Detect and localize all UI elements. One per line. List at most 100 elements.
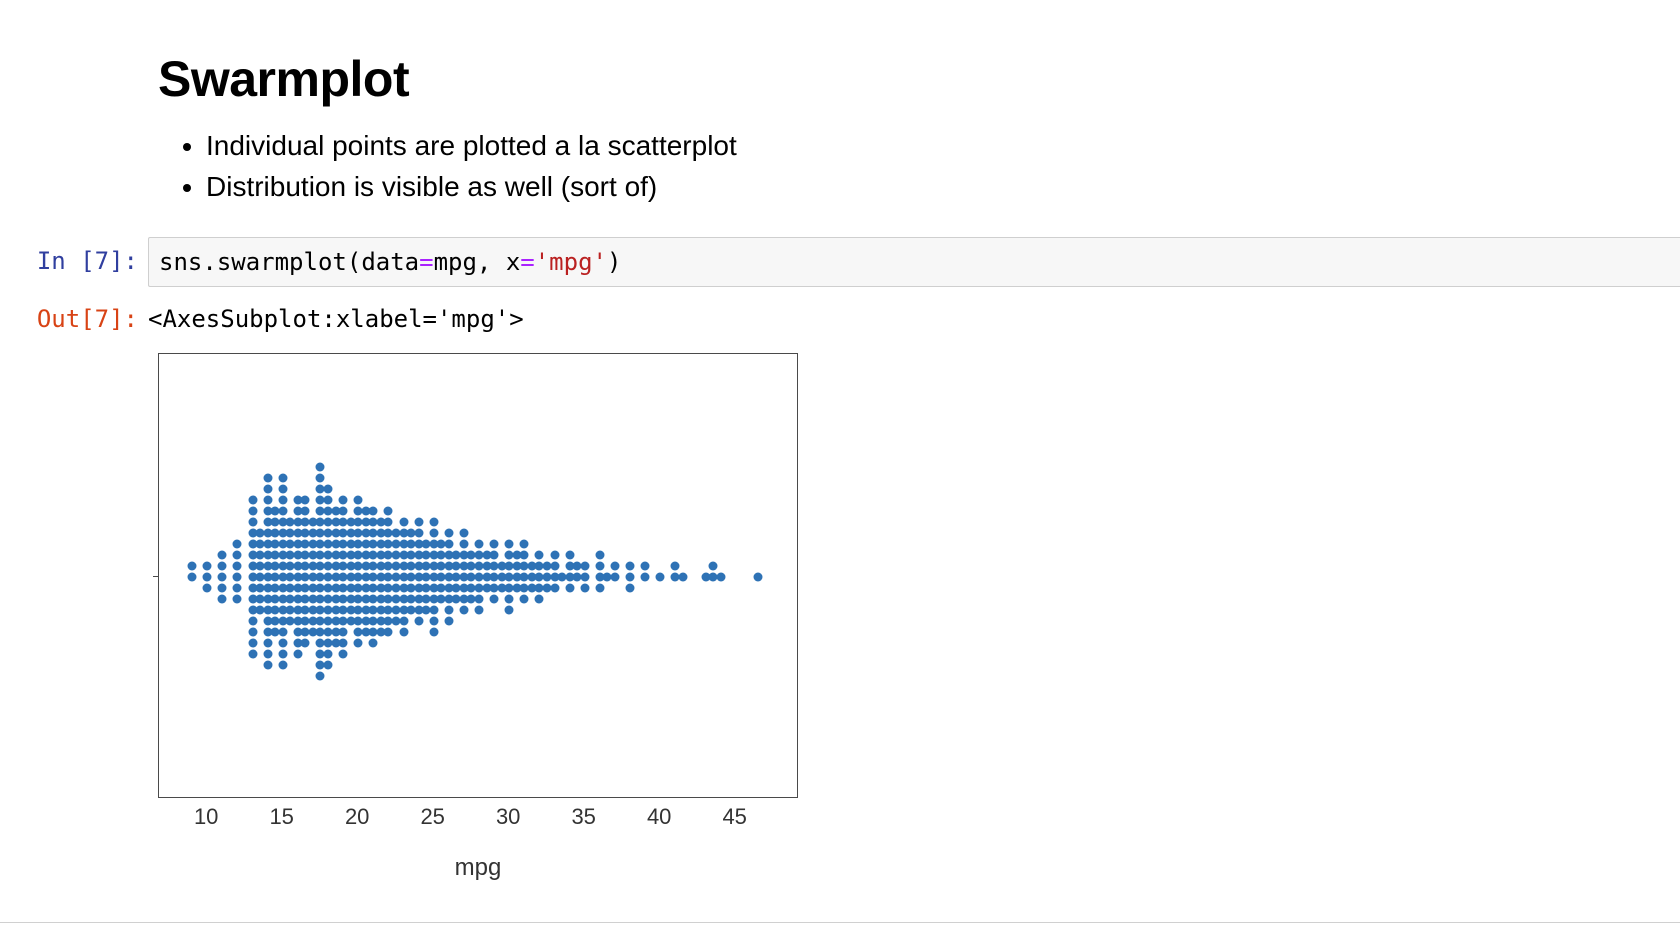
swarm-point (580, 583, 589, 592)
swarm-point (301, 495, 310, 504)
swarm-point (233, 594, 242, 603)
swarm-point (399, 627, 408, 636)
swarm-point (248, 616, 257, 625)
swarm-point (641, 572, 650, 581)
swarm-point (535, 594, 544, 603)
code-token: swarmplot (217, 248, 347, 276)
x-tick-label: 20 (345, 804, 369, 830)
swarm-point (444, 616, 453, 625)
code-cell-output-row: Out[7]: <AxesSubplot:xlabel='mpg'> (0, 295, 1680, 343)
swarm-point (550, 583, 559, 592)
swarm-point (301, 638, 310, 647)
swarm-point (248, 649, 257, 658)
swarm-point (429, 517, 438, 526)
code-input[interactable]: sns.swarmplot(data=mpg, x='mpg') (148, 237, 1680, 287)
markdown-cell: Swarmplot Individual points are plotted … (158, 50, 1680, 207)
swarm-point (429, 605, 438, 614)
x-tick-label: 35 (571, 804, 595, 830)
plot-output: 1015202530354045 mpg (158, 353, 1680, 882)
swarm-point (248, 638, 257, 647)
swarm-point (278, 484, 287, 493)
swarm-point (203, 561, 212, 570)
swarm-point (475, 539, 484, 548)
swarm-point (535, 550, 544, 559)
swarm-point (278, 649, 287, 658)
x-tick-label: 10 (194, 804, 218, 830)
swarm-point (709, 561, 718, 570)
code-token: data (361, 248, 419, 276)
swarm-point (339, 627, 348, 636)
swarm-point (429, 627, 438, 636)
swarm-point (278, 627, 287, 636)
swarm-point (278, 506, 287, 515)
swarm-point (293, 649, 302, 658)
code-token: mpg (434, 248, 477, 276)
swarm-point (610, 561, 619, 570)
swarm-point (414, 616, 423, 625)
swarm-point (263, 649, 272, 658)
swarm-point (610, 572, 619, 581)
swarm-point (203, 583, 212, 592)
swarm-point (384, 517, 393, 526)
code-token: x (506, 248, 520, 276)
swarm-point (550, 561, 559, 570)
swarm-point (414, 528, 423, 537)
x-tick-label: 40 (647, 804, 671, 830)
swarm-point (520, 594, 529, 603)
bullet-list: Individual points are plotted a la scatt… (158, 126, 1680, 207)
swarm-point (218, 550, 227, 559)
swarm-point (678, 572, 687, 581)
swarm-point (316, 473, 325, 482)
heading-swarmplot: Swarmplot (158, 50, 1680, 108)
x-tick-label: 25 (420, 804, 444, 830)
swarm-point (263, 638, 272, 647)
swarm-point (490, 550, 499, 559)
swarm-point (626, 561, 635, 570)
swarm-point (316, 671, 325, 680)
swarm-point (754, 572, 763, 581)
swarm-point (233, 550, 242, 559)
input-prompt: In [7]: (0, 237, 148, 285)
swarm-point (233, 561, 242, 570)
swarm-point (550, 550, 559, 559)
code-token: sns (159, 248, 202, 276)
code-token: ( (347, 248, 361, 276)
swarm-point (324, 495, 333, 504)
swarm-point (716, 572, 725, 581)
swarm-point (339, 506, 348, 515)
x-tick-label: 45 (722, 804, 746, 830)
swarm-point (444, 605, 453, 614)
swarm-point (263, 495, 272, 504)
swarm-point (218, 572, 227, 581)
swarm-point (248, 517, 257, 526)
swarm-point (565, 550, 574, 559)
swarm-point (301, 506, 310, 515)
code-token: = (520, 248, 534, 276)
swarm-point (278, 473, 287, 482)
swarm-point (263, 660, 272, 669)
x-axis-label: mpg (158, 854, 798, 882)
swarm-point (580, 572, 589, 581)
swarm-point (384, 506, 393, 515)
swarm-point (339, 638, 348, 647)
swarm-point (626, 583, 635, 592)
swarm-point (641, 561, 650, 570)
x-tick-label: 30 (496, 804, 520, 830)
swarm-point (429, 528, 438, 537)
swarm-point (459, 605, 468, 614)
cell-divider (0, 922, 1680, 923)
swarm-point (248, 495, 257, 504)
swarm-point (324, 484, 333, 493)
swarm-point (339, 495, 348, 504)
swarm-point (505, 539, 514, 548)
swarm-point (520, 550, 529, 559)
swarm-point (263, 473, 272, 482)
swarm-point (248, 627, 257, 636)
swarm-point (188, 561, 197, 570)
text-output: <AxesSubplot:xlabel='mpg'> (148, 295, 1680, 343)
x-tick-labels: 1015202530354045 (158, 798, 798, 858)
swarm-point (354, 638, 363, 647)
swarm-point (278, 495, 287, 504)
code-token: = (419, 248, 433, 276)
swarm-point (248, 506, 257, 515)
